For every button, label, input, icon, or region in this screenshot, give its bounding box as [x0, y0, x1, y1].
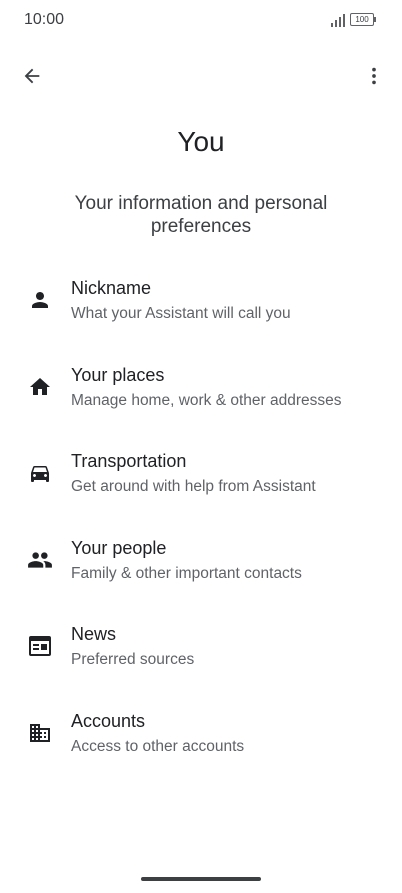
item-title: Your places [71, 364, 165, 385]
item-subtitle: Family & other important contacts [71, 564, 302, 582]
arrow-back-icon [21, 65, 43, 92]
person-icon [27, 287, 53, 313]
item-subtitle: Manage home, work & other addresses [71, 391, 342, 409]
status-bar: 10:00 100 [0, 0, 402, 40]
item-title: Accounts [71, 710, 146, 731]
list-item-nickname[interactable]: Nickname What your Assistant will call y… [0, 265, 402, 352]
list-item-transportation[interactable]: Transportation Get around with help from… [0, 438, 402, 525]
item-subtitle: Get around with help from Assistant [71, 478, 316, 496]
home-indicator[interactable] [141, 877, 261, 881]
more-vert-icon [363, 65, 385, 92]
back-button[interactable] [16, 62, 48, 94]
building-icon [27, 720, 53, 746]
status-time: 10:00 [24, 11, 65, 28]
people-icon [27, 547, 53, 573]
page-title: You [177, 126, 225, 157]
car-icon [27, 460, 53, 486]
page-subtitle: Your information and personal preference… [74, 193, 328, 237]
signal-icon [331, 13, 345, 27]
item-title: News [71, 624, 117, 645]
battery-tip [374, 17, 376, 22]
item-subtitle: Preferred sources [71, 651, 195, 669]
item-title: Transportation [71, 451, 187, 472]
list-item-news[interactable]: News Preferred sources [0, 611, 402, 698]
item-subtitle: What your Assistant will call you [71, 305, 291, 322]
battery-icon: 100 [350, 13, 376, 26]
item-title: Nickname [71, 278, 152, 298]
item-subtitle: Access to other accounts [71, 737, 245, 755]
home-icon [27, 374, 53, 400]
more-options-button[interactable] [358, 62, 390, 94]
item-title: Your people [71, 537, 167, 558]
list-item-your-places[interactable]: Your places Manage home, work & other ad… [0, 352, 402, 439]
list-item-accounts[interactable]: Accounts Access to other accounts [0, 698, 402, 785]
top-app-bar [0, 56, 402, 100]
settings-list: Nickname What your Assistant will call y… [0, 265, 402, 785]
list-item-your-people[interactable]: Your people Family & other important con… [0, 525, 402, 612]
battery-level: 100 [350, 13, 374, 26]
news-icon [27, 633, 53, 659]
